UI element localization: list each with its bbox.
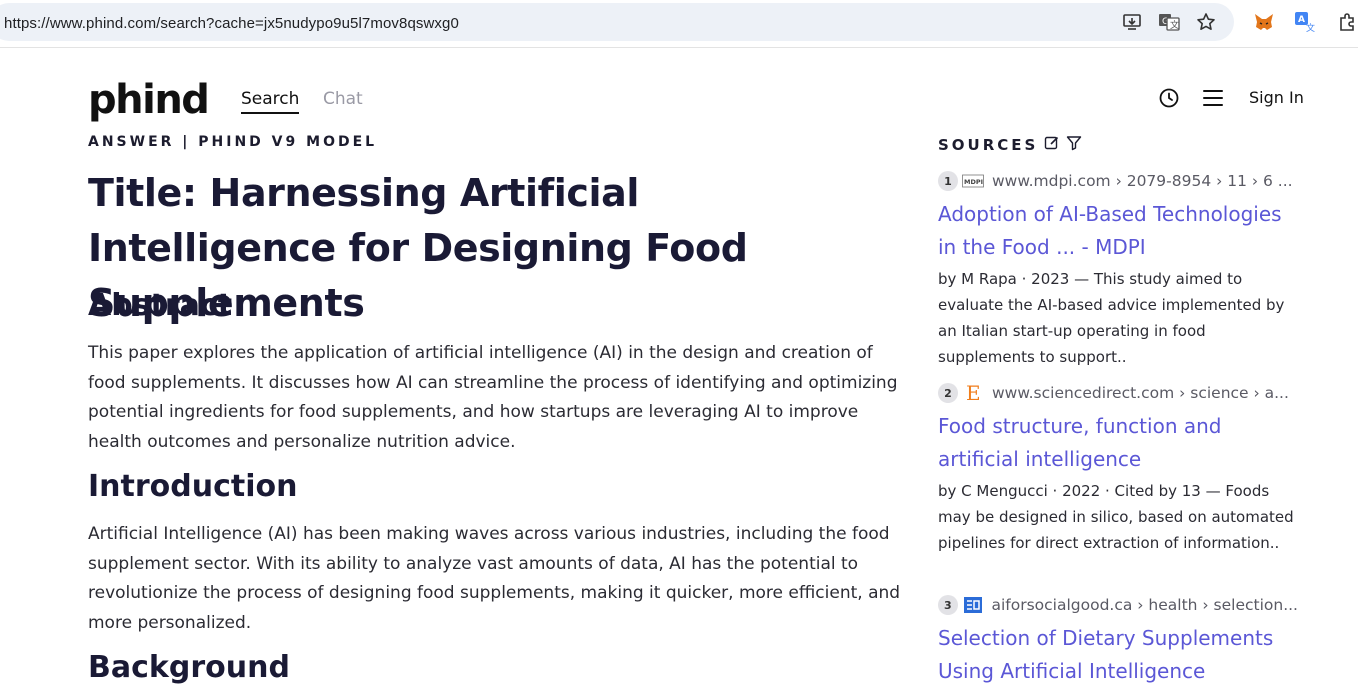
source-description: by C Mengucci · 2022 · Cited by 13 — Foo… xyxy=(938,482,1294,552)
source-url[interactable]: aiforsocialgood.ca › health › selection.… xyxy=(991,596,1298,614)
section-heading-background: Background xyxy=(88,650,290,684)
menu-hamburger-icon[interactable] xyxy=(1201,86,1225,110)
source-item: 1 MDPI www.mdpi.com › 2079-8954 › 11 › 6… xyxy=(938,170,1298,370)
edit-sources-icon[interactable] xyxy=(1044,135,1060,155)
translate-icon[interactable]: G文 xyxy=(1158,11,1180,33)
source-title-link[interactable]: Adoption of AI-Based Technologies in the… xyxy=(938,198,1298,264)
browser-toolbar: https://www.phind.com/search?cache=jx5nu… xyxy=(0,0,1358,48)
tab-search[interactable]: Search xyxy=(241,89,300,114)
sources-label: SOURCES xyxy=(938,136,1039,154)
source-title-link[interactable]: Food structure, function and artificial … xyxy=(938,410,1298,476)
sign-in-link[interactable]: Sign In xyxy=(1249,88,1304,107)
google-translate-extension-icon[interactable]: A文 xyxy=(1294,11,1316,33)
install-app-icon[interactable] xyxy=(1121,11,1143,33)
svg-text:E: E xyxy=(966,383,981,403)
section-heading-abstract: Abstract xyxy=(88,288,233,323)
phind-logo[interactable]: phind xyxy=(88,74,210,126)
address-bar[interactable]: https://www.phind.com/search?cache=jx5nu… xyxy=(0,3,1234,41)
url-text[interactable]: https://www.phind.com/search?cache=jx5nu… xyxy=(4,15,459,32)
source-url[interactable]: www.sciencedirect.com › science › a... xyxy=(992,384,1289,402)
sources-header: SOURCES xyxy=(938,135,1082,155)
source-description: by M Rapa · 2023 — This study aimed to e… xyxy=(938,270,1285,366)
source-title-link[interactable]: Selection of Dietary Supplements Using A… xyxy=(938,622,1298,684)
bookmark-star-icon[interactable] xyxy=(1195,11,1217,33)
section-text-abstract: This paper explores the application of a… xyxy=(88,343,898,452)
svg-text:MDPI: MDPI xyxy=(964,178,983,186)
answer-label: ANSWER | PHIND V9 MODEL xyxy=(88,134,378,150)
svg-text:A: A xyxy=(1298,15,1305,25)
section-text-introduction: Artificial Intelligence (AI) has been ma… xyxy=(88,524,901,633)
aiforsocialgood-favicon-icon xyxy=(962,596,984,614)
svg-text:文: 文 xyxy=(1306,22,1315,33)
source-number: 1 xyxy=(938,171,958,191)
mdpi-favicon-icon: MDPI xyxy=(962,172,984,190)
section-heading-introduction: Introduction xyxy=(88,469,298,504)
tab-chat[interactable]: Chat xyxy=(323,89,363,109)
source-number: 3 xyxy=(938,595,958,615)
source-number: 2 xyxy=(938,383,958,403)
svg-text:文: 文 xyxy=(1170,19,1179,31)
source-item: 2 E www.sciencedirect.com › science › a.… xyxy=(938,382,1298,556)
extensions-puzzle-icon[interactable] xyxy=(1336,11,1358,33)
metamask-icon[interactable] xyxy=(1253,11,1275,33)
history-clock-icon[interactable] xyxy=(1157,86,1181,110)
source-item: 3 aiforsocialgood.ca › health › selectio… xyxy=(938,594,1298,684)
filter-icon[interactable] xyxy=(1066,135,1082,155)
source-url[interactable]: www.mdpi.com › 2079-8954 › 11 › 6 ... xyxy=(992,172,1293,190)
elsevier-favicon-icon: E xyxy=(962,383,984,403)
